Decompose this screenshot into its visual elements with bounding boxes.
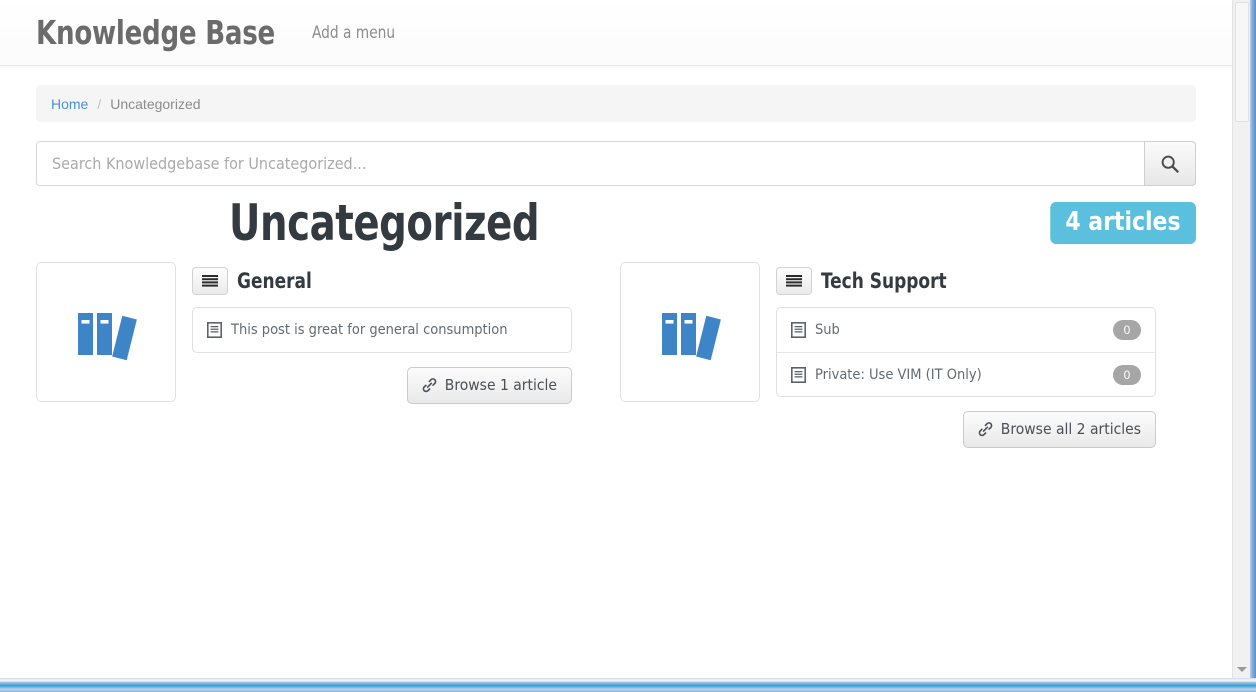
align-justify-icon[interactable] [192,267,228,295]
category-name[interactable]: Tech Support [821,269,947,293]
category-name[interactable]: General [237,269,312,293]
chevron-down-icon [1236,666,1247,672]
title-row: Uncategorized 4 articles [36,194,1196,256]
category-header: General [192,266,572,296]
add-menu-link[interactable]: Add a menu [312,23,395,43]
browse-articles-label: Browse 1 article [444,376,557,394]
window-frame-right-edge [1250,0,1256,692]
page-viewport: Knowledge Base Add a menu Home / Uncateg… [0,0,1232,678]
scrollbar-down-button[interactable] [1233,660,1250,678]
list-item-label: Private: Use VIM (IT Only) [815,366,982,383]
category-card: General This post is great for general c… [36,262,572,448]
link-icon [977,421,994,437]
browse-row: Browse 1 article [192,367,572,404]
article-list: This post is great for general consumpti… [192,307,572,353]
page-title: Uncategorized [229,194,540,252]
file-text-icon [791,366,806,383]
articles-count-badge: 4 articles [1050,202,1196,244]
search-input[interactable] [36,141,1144,186]
breadcrumb-item-current: Uncategorized [110,95,201,112]
browse-articles-button[interactable]: Browse all 2 articles [962,411,1156,448]
list-item[interactable]: This post is great for general consumpti… [193,308,571,352]
category-body: Tech Support Sub 0 Private: Use VIM (IT … [776,262,1156,448]
scrollbar-thumb[interactable] [1235,2,1249,122]
breadcrumb: Home / Uncategorized [36,85,1196,122]
article-list: Sub 0 Private: Use VIM (IT Only) 0 [776,307,1156,397]
category-header: Tech Support [776,266,1156,296]
list-item[interactable]: Private: Use VIM (IT Only) 0 [777,352,1155,396]
browse-row: Browse all 2 articles [776,411,1156,448]
list-item-label: Sub [815,322,840,338]
category-card: Tech Support Sub 0 Private: Use VIM (IT … [620,262,1156,448]
file-text-icon [791,322,806,338]
page-container: Home / Uncategorized Uncate [0,85,1232,448]
books-icon [70,301,142,363]
list-item[interactable]: Sub 0 [777,308,1155,352]
books-icon [654,301,726,363]
category-body: General This post is great for general c… [192,262,572,404]
breadcrumb-separator: / [97,95,102,112]
link-icon [421,377,438,393]
search-button[interactable] [1144,141,1196,186]
status-badge: 0 [1113,364,1141,385]
search-icon [1160,154,1180,174]
file-text-icon [207,322,222,338]
align-justify-icon[interactable] [776,267,812,295]
browser-window: Knowledge Base Add a menu Home / Uncateg… [0,0,1256,692]
category-grid: General This post is great for general c… [36,262,1196,448]
site-header: Knowledge Base Add a menu [0,0,1232,66]
search-bar [36,141,1196,186]
browse-articles-button[interactable]: Browse 1 article [406,367,572,404]
category-thumbnail[interactable] [36,262,176,402]
vertical-scrollbar[interactable] [1232,0,1250,678]
window-frame-bottom-edge [0,678,1256,692]
list-item-label: This post is great for general consumpti… [231,322,508,338]
breadcrumb-item-home[interactable]: Home [51,96,88,112]
status-badge: 0 [1113,320,1141,340]
site-title: Knowledge Base [36,13,275,52]
category-thumbnail[interactable] [620,262,760,402]
browse-articles-label: Browse all 2 articles [1000,420,1141,438]
